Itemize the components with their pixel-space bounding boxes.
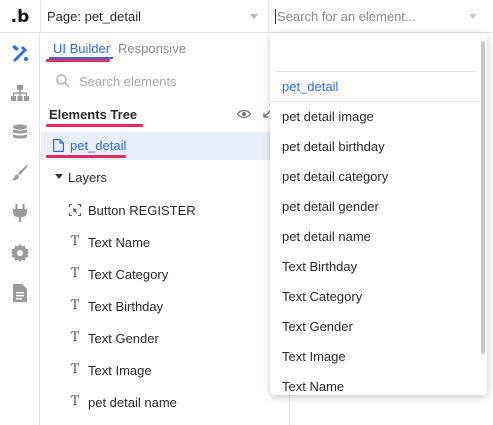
- text-icon: T: [70, 394, 80, 409]
- elements-search-box[interactable]: [49, 69, 282, 93]
- layers-label: Layers: [68, 170, 108, 185]
- tree-item-label: Text Category: [88, 267, 169, 282]
- tree-item[interactable]: T Text Gender: [41, 325, 290, 351]
- element-search-dropdown: pet_detail pet detail image pet detail b…: [270, 33, 487, 395]
- eye-icon[interactable]: [237, 109, 251, 119]
- elements-search-input[interactable]: [79, 73, 269, 89]
- panel-tabs: UI Builder Responsive: [41, 33, 290, 63]
- highlight-underline: [46, 155, 126, 158]
- page-icon: [53, 139, 64, 152]
- text-cursor: [275, 9, 276, 24]
- dropdown-option-label: Text Birthday: [282, 259, 358, 274]
- document-icon[interactable]: [10, 283, 30, 303]
- dropdown-option-label: pet_detail: [282, 79, 339, 94]
- text-icon: T: [70, 362, 80, 377]
- page-selector[interactable]: Page: pet_detail: [40, 0, 268, 33]
- page-selector-label: Page: pet_detail: [47, 9, 141, 24]
- top-bar: .b Page: pet_detail: [0, 0, 493, 33]
- dropdown-option[interactable]: Text Category: [270, 282, 480, 312]
- chevron-down-icon: [250, 14, 258, 19]
- tree-item-label: Text Gender: [88, 331, 159, 346]
- tree-item-label: pet detail name: [88, 395, 177, 410]
- chevron-down-icon[interactable]: [469, 14, 477, 19]
- tree-item-label: Button REGISTER: [88, 203, 196, 218]
- dropdown-option-label: pet detail image: [282, 109, 374, 124]
- gear-icon[interactable]: [10, 243, 30, 263]
- tree-item[interactable]: T Text Category: [41, 261, 290, 287]
- dropdown-option-label: pet detail name: [282, 229, 371, 244]
- highlight-underline: [46, 59, 110, 62]
- dropdown-option[interactable]: pet detail category: [270, 162, 480, 192]
- text-icon: T: [70, 234, 80, 249]
- elements-tree-title: Elements Tree: [49, 107, 138, 122]
- search-icon: [56, 74, 70, 88]
- text-icon: T: [70, 266, 80, 281]
- dropdown-option[interactable]: pet_detail: [270, 72, 480, 102]
- dropdown-option[interactable]: Text Name: [270, 372, 480, 395]
- text-icon: T: [70, 298, 80, 313]
- tree-item-label: Text Image: [88, 363, 152, 378]
- dropdown-option[interactable]: Text Image: [270, 342, 480, 372]
- dropdown-scrollbar[interactable]: [481, 41, 485, 354]
- left-icon-rail: [0, 33, 40, 425]
- database-icon[interactable]: [10, 123, 30, 143]
- tree-item-label: Text Name: [88, 235, 151, 250]
- design-icon[interactable]: [10, 43, 30, 63]
- brush-icon[interactable]: [10, 163, 30, 183]
- dropdown-option-label: Text Gender: [282, 319, 353, 334]
- plug-icon[interactable]: [10, 203, 30, 223]
- tab-ui-builder[interactable]: UI Builder: [53, 41, 110, 56]
- dropdown-option-label: Text Category: [282, 289, 363, 304]
- tree-item[interactable]: T pet detail name: [41, 389, 290, 415]
- dropdown-option-label: pet detail birthday: [282, 139, 385, 154]
- dropdown-option-label: pet detail gender: [282, 199, 379, 214]
- tab-responsive[interactable]: Responsive: [118, 41, 186, 56]
- dropdown-option-label: Text Image: [282, 349, 346, 364]
- dropdown-option[interactable]: pet detail birthday: [270, 132, 480, 162]
- elements-panel: UI Builder Responsive Elements Tree pet_…: [41, 33, 290, 425]
- dropdown-option[interactable]: Text Birthday: [270, 252, 480, 282]
- caret-down-icon[interactable]: [55, 174, 63, 179]
- text-icon: T: [70, 330, 80, 345]
- page-node-label: pet_detail: [70, 138, 127, 153]
- tree-item[interactable]: T Text Birthday: [41, 293, 290, 319]
- hierarchy-icon[interactable]: [10, 83, 30, 103]
- element-search-input[interactable]: [277, 9, 467, 24]
- tree-item[interactable]: Button REGISTER: [41, 197, 290, 223]
- dropdown-option[interactable]: pet detail name: [270, 222, 480, 252]
- tree-item[interactable]: T Text Name: [41, 229, 290, 255]
- tree-item-label: Text Birthday: [88, 299, 164, 314]
- dropdown-option-label: pet detail category: [282, 169, 389, 184]
- highlight-underline: [46, 124, 143, 127]
- tree-item[interactable]: T Text Image: [41, 357, 290, 383]
- bubble-logo[interactable]: .b: [0, 0, 40, 33]
- button-icon: [69, 204, 81, 216]
- tree-layers-group[interactable]: Layers: [41, 164, 290, 190]
- dropdown-option-label: Text Name: [282, 379, 345, 394]
- element-search-box[interactable]: [268, 0, 493, 33]
- dropdown-option[interactable]: pet detail image: [270, 102, 480, 132]
- dropdown-option[interactable]: Text Gender: [270, 312, 480, 342]
- dropdown-option[interactable]: pet detail gender: [270, 192, 480, 222]
